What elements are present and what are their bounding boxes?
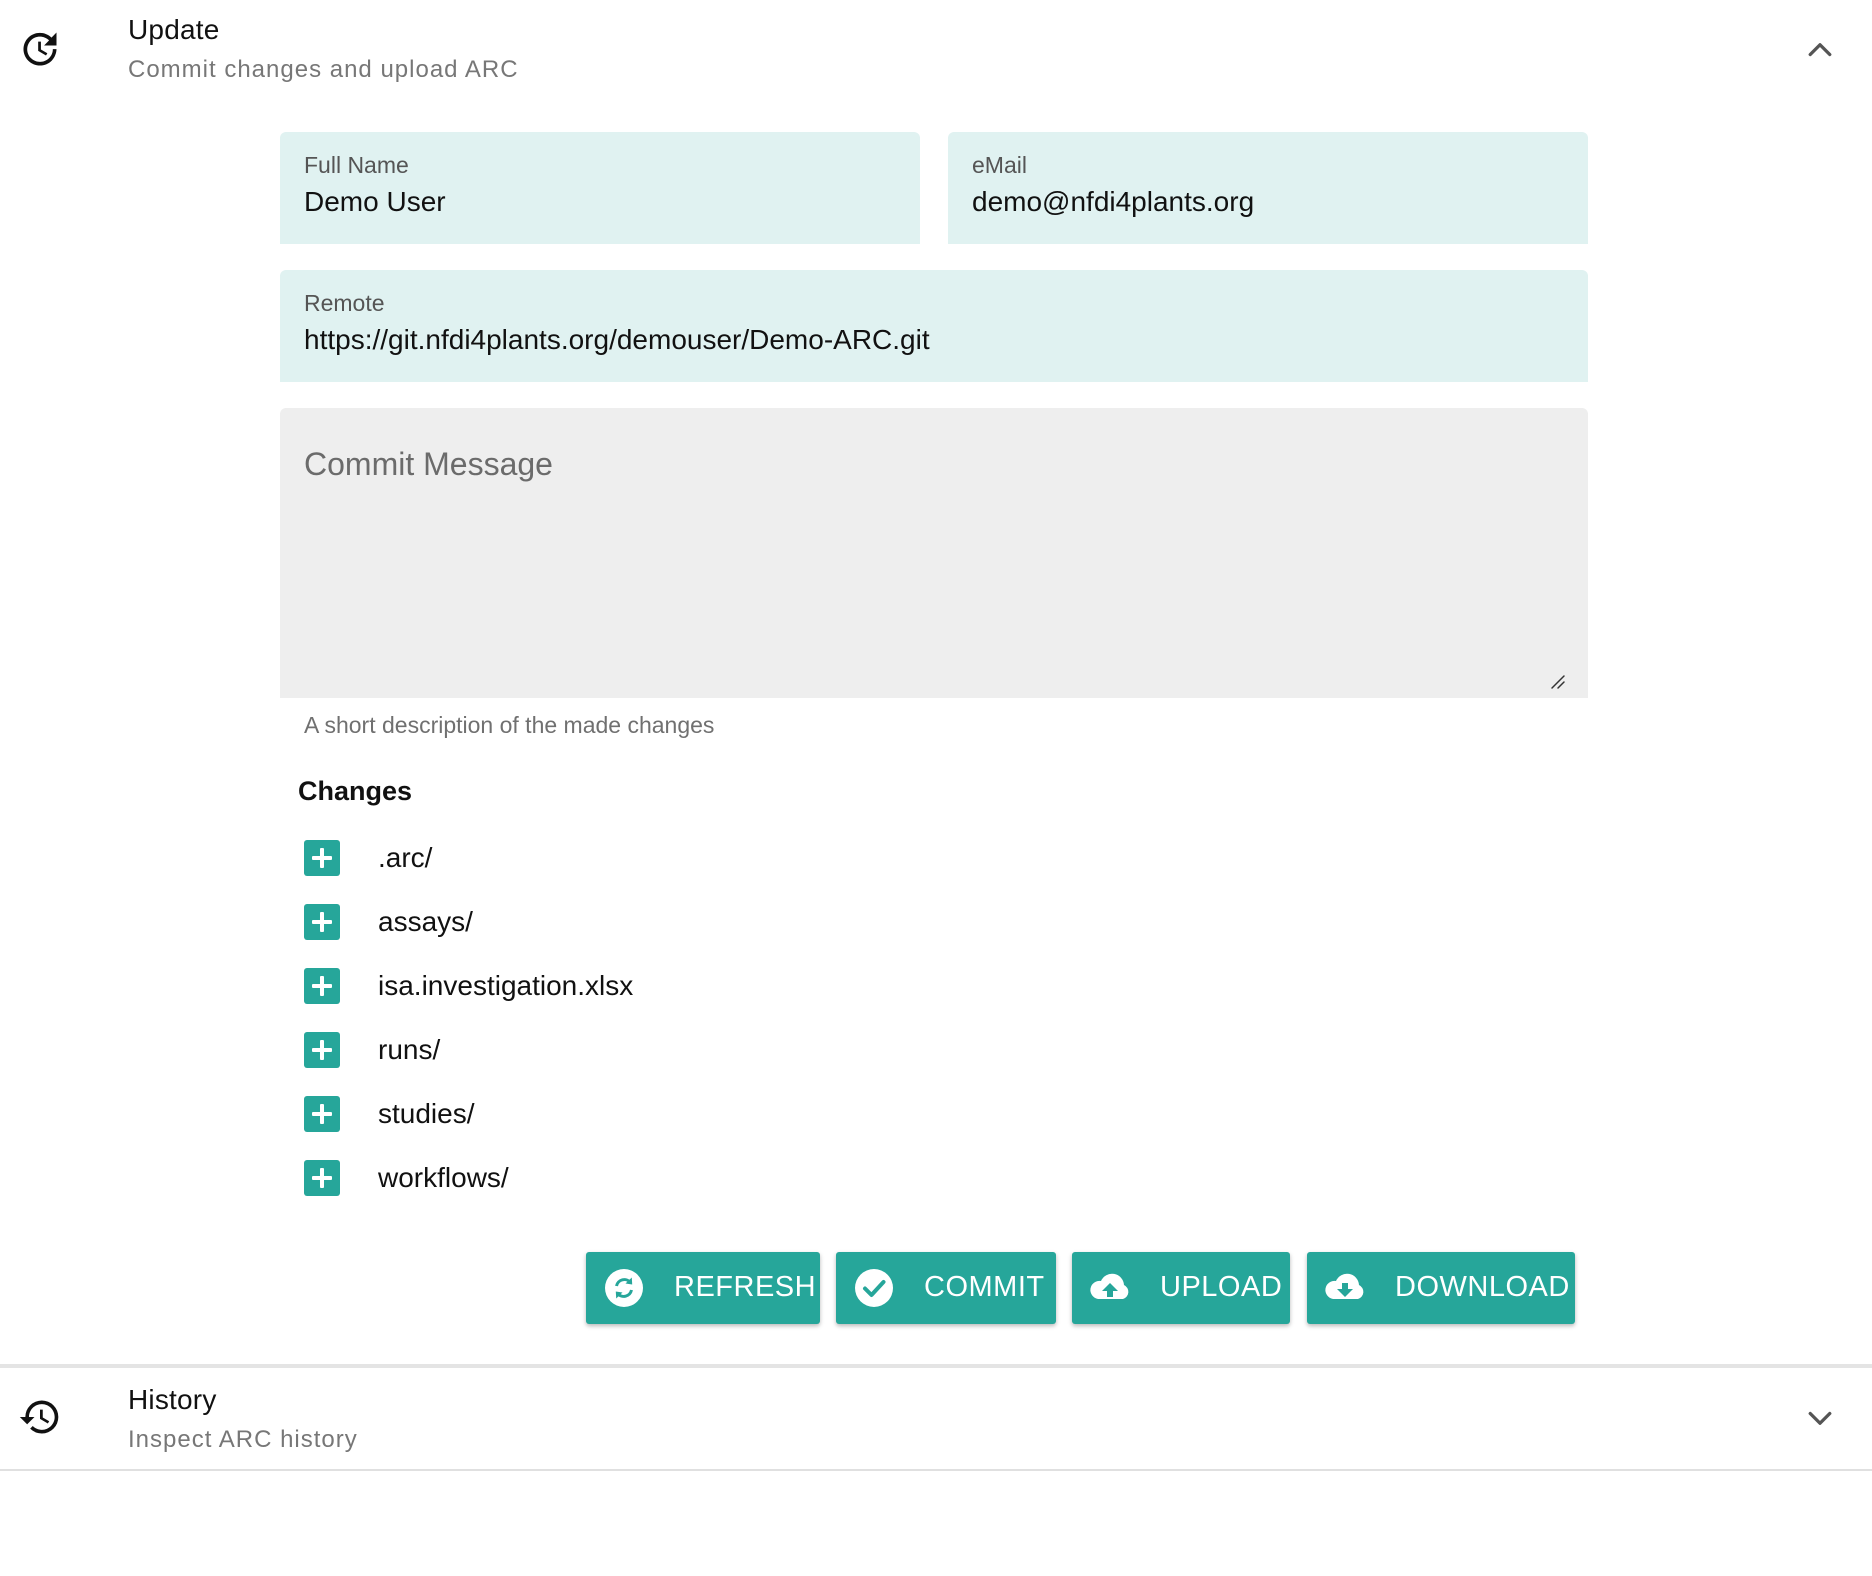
upload-button[interactable]: UPLOAD xyxy=(1072,1252,1290,1324)
check-circle-icon xyxy=(854,1268,894,1308)
download-button-label: DOWNLOAD xyxy=(1395,1271,1570,1303)
resize-handle-icon[interactable] xyxy=(1548,672,1566,690)
change-item: studies/ xyxy=(304,1096,904,1136)
section-divider xyxy=(0,1469,1872,1471)
upload-button-label: UPLOAD xyxy=(1160,1271,1283,1303)
remote-input[interactable]: https://git.nfdi4plants.org/demouser/Dem… xyxy=(304,324,930,356)
full-name-field[interactable]: Full Name Demo User xyxy=(280,132,920,244)
history-title: History xyxy=(128,1384,217,1415)
added-plus-icon xyxy=(304,904,340,940)
update-title: Update xyxy=(128,14,220,45)
change-item: workflows/ xyxy=(304,1160,904,1200)
commit-message-placeholder: Commit Message xyxy=(304,446,553,482)
full-name-input[interactable]: Demo User xyxy=(304,186,446,218)
remote-field[interactable]: Remote https://git.nfdi4plants.org/demou… xyxy=(280,270,1588,382)
history-icon xyxy=(18,1395,62,1439)
update-subtitle: Commit changes and upload ARC xyxy=(128,56,519,83)
update-section-header[interactable]: Update Commit changes and upload ARC xyxy=(0,0,1872,100)
commit-button[interactable]: COMMIT xyxy=(836,1252,1056,1324)
commit-message-textarea[interactable]: Commit Message xyxy=(280,408,1588,698)
commit-message-hint: A short description of the made changes xyxy=(304,712,715,738)
download-button[interactable]: DOWNLOAD xyxy=(1307,1252,1575,1324)
change-item-label: studies/ xyxy=(378,1098,475,1129)
changes-heading: Changes xyxy=(298,776,413,806)
cloud-download-icon xyxy=(1325,1268,1365,1308)
change-item-label: isa.investigation.xlsx xyxy=(378,970,634,1001)
history-subtitle: Inspect ARC history xyxy=(128,1426,358,1453)
change-item: isa.investigation.xlsx xyxy=(304,968,904,1008)
change-item-label: assays/ xyxy=(378,906,473,937)
history-section-header[interactable]: History Inspect ARC history xyxy=(0,1368,1872,1468)
chevron-down-icon[interactable] xyxy=(1802,1400,1838,1436)
added-plus-icon xyxy=(304,968,340,1004)
chevron-up-icon[interactable] xyxy=(1802,32,1838,68)
added-plus-icon xyxy=(304,1096,340,1132)
commit-button-label: COMMIT xyxy=(924,1271,1045,1303)
added-plus-icon xyxy=(304,1032,340,1068)
added-plus-icon xyxy=(304,840,340,876)
full-name-label: Full Name xyxy=(304,152,409,178)
change-item: runs/ xyxy=(304,1032,904,1072)
change-item-label: .arc/ xyxy=(378,842,433,873)
change-item-label: runs/ xyxy=(378,1034,441,1065)
added-plus-icon xyxy=(304,1160,340,1196)
refresh-icon xyxy=(604,1268,644,1308)
email-label: eMail xyxy=(972,152,1027,178)
remote-label: Remote xyxy=(304,290,385,316)
email-input[interactable]: demo@nfdi4plants.org xyxy=(972,186,1254,218)
cloud-upload-icon xyxy=(1090,1268,1130,1308)
change-item: assays/ xyxy=(304,904,904,944)
change-item: .arc/ xyxy=(304,840,904,880)
email-field[interactable]: eMail demo@nfdi4plants.org xyxy=(948,132,1588,244)
change-item-label: workflows/ xyxy=(378,1162,509,1193)
refresh-button-label: REFRESH xyxy=(674,1271,817,1303)
update-icon xyxy=(18,27,62,71)
refresh-button[interactable]: REFRESH xyxy=(586,1252,820,1324)
